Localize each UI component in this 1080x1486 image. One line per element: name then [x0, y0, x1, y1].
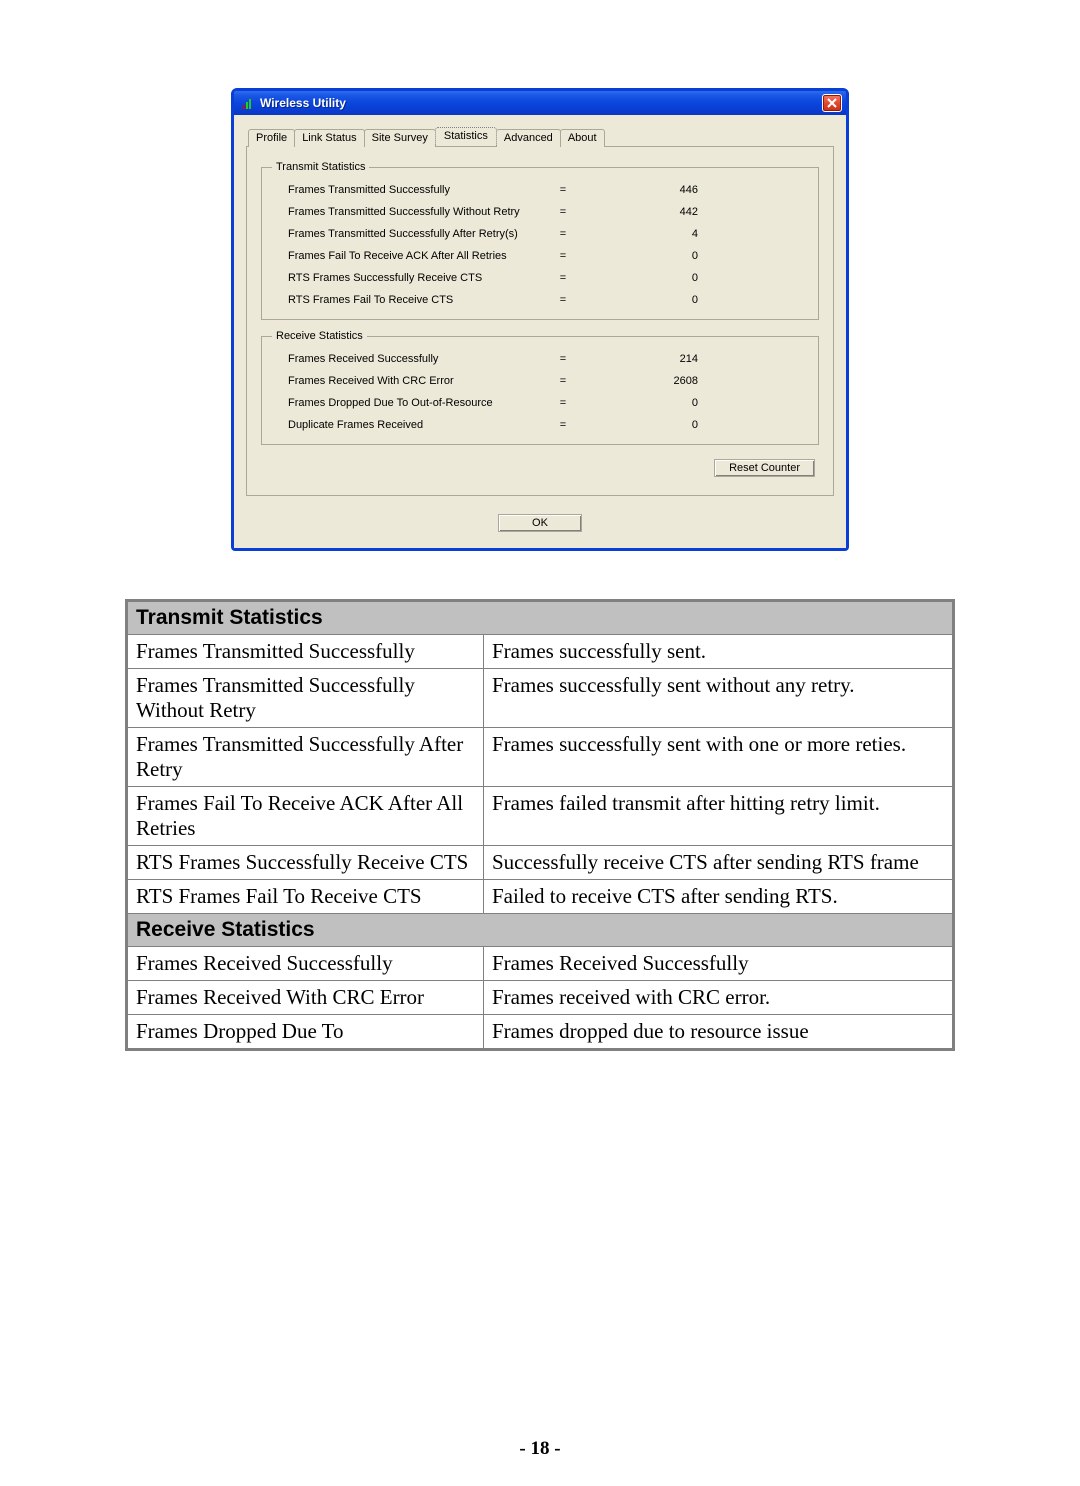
desc-cell: Frames successfully sent. [484, 635, 953, 669]
window-title: Wireless Utility [260, 96, 822, 110]
stat-eq: = [548, 370, 578, 392]
term-cell: Frames Transmitted Successfully [128, 635, 484, 669]
stat-eq: = [548, 348, 578, 370]
stat-eq: = [548, 289, 578, 311]
receive-statistics-group: Receive Statistics Frames Received Succe… [261, 330, 819, 445]
stat-label: Frames Transmitted Successfully Without … [272, 201, 548, 223]
stat-eq: = [548, 223, 578, 245]
term-cell: Frames Received With CRC Error [128, 981, 484, 1015]
term-cell: Frames Fail To Receive ACK After All Ret… [128, 787, 484, 846]
desc-cell: Failed to receive CTS after sending RTS. [484, 880, 953, 914]
stat-value: 0 [578, 414, 698, 436]
wireless-utility-window: Wireless Utility Profile Link Status Sit… [231, 88, 849, 551]
stat-label: Frames Transmitted Successfully After Re… [272, 223, 548, 245]
term-cell: RTS Frames Successfully Receive CTS [128, 846, 484, 880]
receive-group-legend: Receive Statistics [272, 330, 367, 342]
stat-value: 442 [578, 201, 698, 223]
stat-row: Frames Transmitted Successfully = 446 [272, 179, 808, 201]
close-button[interactable] [822, 94, 842, 112]
stat-value: 0 [578, 267, 698, 289]
stat-value: 0 [578, 289, 698, 311]
ok-button[interactable]: OK [498, 514, 582, 532]
term-cell: RTS Frames Fail To Receive CTS [128, 880, 484, 914]
term-cell: Frames Dropped Due To [128, 1015, 484, 1049]
tab-panel-statistics: Transmit Statistics Frames Transmitted S… [246, 146, 834, 496]
tab-about[interactable]: About [560, 129, 605, 147]
desc-cell: Frames dropped due to resource issue [484, 1015, 953, 1049]
stat-row: Frames Dropped Due To Out-of-Resource = … [272, 392, 808, 414]
stat-label: Duplicate Frames Received [272, 414, 548, 436]
reset-counter-button[interactable]: Reset Counter [714, 459, 815, 477]
stat-row: RTS Frames Fail To Receive CTS = 0 [272, 289, 808, 311]
tab-advanced[interactable]: Advanced [496, 129, 561, 147]
dialog-client-area: Profile Link Status Site Survey Statisti… [234, 115, 846, 548]
stat-eq: = [548, 201, 578, 223]
transmit-statistics-group: Transmit Statistics Frames Transmitted S… [261, 161, 819, 320]
transmit-section-header: Transmit Statistics [128, 602, 953, 635]
term-cell: Frames Transmitted Successfully Without … [128, 669, 484, 728]
desc-cell: Frames received with CRC error. [484, 981, 953, 1015]
stat-label: RTS Frames Fail To Receive CTS [272, 289, 548, 311]
stat-eq: = [548, 179, 578, 201]
titlebar[interactable]: Wireless Utility [234, 91, 846, 115]
table-row: Frames Received Successfully Frames Rece… [128, 947, 953, 981]
tab-site-survey[interactable]: Site Survey [364, 129, 436, 147]
stat-row: Frames Transmitted Successfully Without … [272, 201, 808, 223]
table-row: Frames Transmitted Successfully Frames s… [128, 635, 953, 669]
desc-cell: Frames successfully sent without any ret… [484, 669, 953, 728]
stat-value: 4 [578, 223, 698, 245]
stat-row: Duplicate Frames Received = 0 [272, 414, 808, 436]
desc-cell: Frames successfully sent with one or mor… [484, 728, 953, 787]
stat-value: 446 [578, 179, 698, 201]
stat-label: Frames Received Successfully [272, 348, 548, 370]
tab-strip: Profile Link Status Site Survey Statisti… [246, 127, 834, 146]
desc-cell: Frames Received Successfully [484, 947, 953, 981]
table-row: Frames Dropped Due To Frames dropped due… [128, 1015, 953, 1049]
term-cell: Frames Transmitted Successfully After Re… [128, 728, 484, 787]
desc-cell: Successfully receive CTS after sending R… [484, 846, 953, 880]
term-cell: Frames Received Successfully [128, 947, 484, 981]
stat-eq: = [548, 414, 578, 436]
stat-label: RTS Frames Successfully Receive CTS [272, 267, 548, 289]
stat-value: 0 [578, 245, 698, 267]
table-row: Frames Transmitted Successfully Without … [128, 669, 953, 728]
tab-link-status[interactable]: Link Status [294, 129, 364, 147]
stat-eq: = [548, 392, 578, 414]
stat-eq: = [548, 245, 578, 267]
stat-row: RTS Frames Successfully Receive CTS = 0 [272, 267, 808, 289]
description-table: Transmit Statistics Frames Transmitted S… [125, 599, 955, 1051]
table-row: RTS Frames Fail To Receive CTS Failed to… [128, 880, 953, 914]
desc-cell: Frames failed transmit after hitting ret… [484, 787, 953, 846]
table-row: RTS Frames Successfully Receive CTS Succ… [128, 846, 953, 880]
stat-value: 214 [578, 348, 698, 370]
stat-row: Frames Received With CRC Error = 2608 [272, 370, 808, 392]
stat-value: 0 [578, 392, 698, 414]
stat-value: 2608 [578, 370, 698, 392]
stat-eq: = [548, 267, 578, 289]
close-icon [827, 98, 837, 108]
stat-label: Frames Dropped Due To Out-of-Resource [272, 392, 548, 414]
table-row: Frames Transmitted Successfully After Re… [128, 728, 953, 787]
stat-label: Frames Transmitted Successfully [272, 179, 548, 201]
app-icon [240, 96, 254, 110]
transmit-group-legend: Transmit Statistics [272, 161, 369, 173]
stat-row: Frames Received Successfully = 214 [272, 348, 808, 370]
table-row: Frames Received With CRC Error Frames re… [128, 981, 953, 1015]
receive-section-header: Receive Statistics [128, 914, 953, 947]
tab-profile[interactable]: Profile [248, 129, 295, 147]
tab-statistics[interactable]: Statistics [435, 127, 497, 146]
table-row: Frames Fail To Receive ACK After All Ret… [128, 787, 953, 846]
stat-row: Frames Transmitted Successfully After Re… [272, 223, 808, 245]
page-number: - 18 - [0, 1438, 1080, 1460]
stat-label: Frames Received With CRC Error [272, 370, 548, 392]
stat-label: Frames Fail To Receive ACK After All Ret… [272, 245, 548, 267]
stat-row: Frames Fail To Receive ACK After All Ret… [272, 245, 808, 267]
